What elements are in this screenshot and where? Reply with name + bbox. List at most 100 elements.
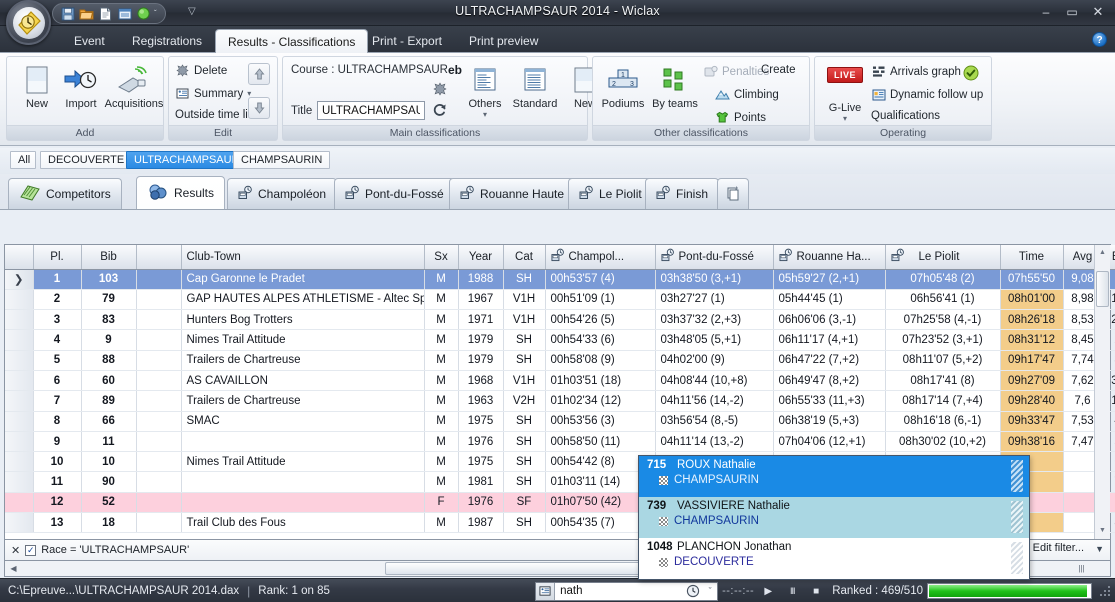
sidebar-item-champoleon[interactable]: Champoléon	[227, 178, 337, 209]
col-pont-du-fosse[interactable]: Pont-du-Fossé	[655, 245, 773, 269]
row-selector[interactable]	[5, 289, 33, 309]
row-selector[interactable]	[5, 431, 33, 451]
sidebar-item-rouanne-haute[interactable]: Rouanne Haute	[449, 178, 575, 209]
row-selector[interactable]	[5, 330, 33, 350]
col-sx[interactable]: Sx	[424, 245, 458, 269]
autocomplete-item[interactable]: 715ROUX NathalieCHAMPSAURIN	[639, 456, 1029, 497]
col-rouanne-haute[interactable]: Rouanne Ha...	[773, 245, 885, 269]
sidebar-item-pont-du-fosse[interactable]: Pont-du-Fossé	[334, 178, 455, 209]
move-up-button[interactable]	[248, 63, 270, 85]
row-selector[interactable]	[5, 370, 33, 390]
col-blank[interactable]	[136, 245, 181, 269]
resize-grip-icon[interactable]	[1099, 585, 1111, 597]
col-time[interactable]: Time	[1000, 245, 1063, 269]
tab-event[interactable]: Event	[62, 29, 117, 53]
g-live-button[interactable]: LIVE G-Live ▾	[821, 67, 869, 123]
col-champoleon[interactable]: Champol...	[545, 245, 655, 269]
close-filter-icon[interactable]: ✕	[11, 544, 20, 557]
acquisitions-button[interactable]: Acquisitions	[103, 62, 165, 110]
title-input[interactable]	[317, 101, 425, 120]
scroll-up-icon[interactable]: ▲	[1096, 246, 1109, 260]
col-rowhdr[interactable]	[5, 245, 33, 269]
qualifications-button[interactable]: Qualifications	[871, 110, 940, 122]
row-selector[interactable]: ❯	[5, 269, 33, 289]
green-circle-icon[interactable]	[135, 5, 152, 22]
table-row[interactable]: 789Trailers de ChartreuseM1963V2H01h02'3…	[5, 391, 1115, 411]
row-selector[interactable]	[5, 411, 33, 431]
move-down-button[interactable]	[248, 97, 270, 119]
close-button[interactable]: ✕	[1085, 3, 1111, 21]
sidebar-item-results[interactable]: Results	[136, 176, 225, 209]
col-club-town[interactable]: Club-Town	[181, 245, 424, 269]
qat-dropdown-icon[interactable]: ▽	[188, 6, 196, 17]
save-icon[interactable]	[59, 5, 76, 22]
application-button[interactable]	[6, 0, 51, 45]
row-selector[interactable]	[5, 310, 33, 330]
new-result-button[interactable]: New	[13, 62, 61, 110]
tab-results-classifications[interactable]: Results - Classifications	[215, 29, 368, 53]
tab-registrations[interactable]: Registrations	[120, 29, 214, 53]
autocomplete-item[interactable]: 1048PLANCHON JonathanDECOUVERTE	[639, 538, 1029, 579]
dynamic-follow-up-button[interactable]: Dynamic follow up	[871, 87, 983, 102]
sidebar-item-competitors[interactable]: Competitors	[8, 178, 122, 209]
podiums-button[interactable]: 1 2 3 Podiums	[597, 62, 649, 110]
scroll-down-icon[interactable]: ▼	[1096, 524, 1109, 538]
play-button[interactable]: ▶	[758, 582, 778, 601]
sidebar-item-le-piolit[interactable]: Le Piolit	[568, 178, 653, 209]
tab-print-preview[interactable]: Print preview	[457, 29, 550, 53]
table-row[interactable]: 383Hunters Bog TrottersM1971V1H00h54'26 …	[5, 310, 1115, 330]
standard-classification-button[interactable]: Standard	[507, 62, 563, 110]
add-section-tab-button[interactable]	[717, 178, 749, 209]
table-row[interactable]: ❯1103Cap Garonne le PradetM1988SH00h53'5…	[5, 269, 1115, 289]
delete-button[interactable]: Delete	[175, 63, 227, 78]
pause-button[interactable]: III	[782, 582, 802, 601]
search-caret-icon[interactable]: ˇ	[703, 586, 717, 596]
g-live-caret-icon[interactable]: ▾	[821, 114, 869, 123]
col-pl[interactable]: Pl.	[33, 245, 81, 269]
table-row[interactable]: 911M1976SH00h58'50 (11)04h11'14 (13,-2)0…	[5, 431, 1115, 451]
create-button[interactable]: Create	[761, 64, 796, 76]
delete-classification-icon[interactable]	[433, 82, 447, 99]
hscroll-grip[interactable]: |||	[1073, 561, 1090, 576]
qat-chevron-icon[interactable]: ˇ	[154, 9, 157, 18]
grid-vertical-scrollbar[interactable]: ▲ ▼	[1094, 245, 1110, 539]
bib-search-input[interactable]	[555, 583, 683, 600]
filter-caret-icon[interactable]: ▼	[1095, 544, 1104, 554]
table-row[interactable]: 866SMACM1975SH00h53'56 (3)03h56'54 (8,-5…	[5, 411, 1115, 431]
maximize-button[interactable]: ▭	[1059, 3, 1085, 21]
open-folder-icon[interactable]	[78, 5, 95, 22]
row-selector[interactable]	[5, 472, 33, 492]
list-view-icon[interactable]	[116, 5, 133, 22]
row-selector[interactable]	[5, 492, 33, 512]
col-cat[interactable]: Cat	[503, 245, 545, 269]
arrivals-graph-button[interactable]: Arrivals graph	[871, 64, 961, 79]
table-row[interactable]: 279GAP HAUTES ALPES ATHLETISME - Altec S…	[5, 289, 1115, 309]
bib-autocomplete-popup[interactable]: 715ROUX NathalieCHAMPSAURIN739VASSIVIERE…	[638, 455, 1030, 580]
filter-enabled-checkbox[interactable]: ✓	[25, 545, 36, 556]
summary-button[interactable]: Summary ▾	[175, 86, 251, 101]
table-row[interactable]: 49Nimes Trail AttitudeM1979SH00h54'33 (6…	[5, 330, 1115, 350]
row-selector[interactable]	[5, 452, 33, 472]
refresh-icon[interactable]	[433, 103, 447, 121]
scroll-thumb[interactable]	[1096, 271, 1109, 307]
help-icon[interactable]: ?	[1092, 32, 1107, 47]
scroll-left-icon[interactable]: ◀	[5, 561, 22, 576]
row-selector[interactable]	[5, 391, 33, 411]
tab-print-export[interactable]: Print - Export	[360, 29, 454, 53]
edit-filter-link[interactable]: Edit filter...	[1033, 542, 1084, 554]
chip-ultrachampsaur[interactable]: ULTRACHAMPSAUR	[126, 151, 248, 169]
others-classification-button[interactable]: Others ▾	[461, 62, 509, 119]
bib-search-box[interactable]: ˇ	[535, 582, 718, 601]
col-le-piolit[interactable]: Le Piolit	[885, 245, 1000, 269]
row-selector[interactable]	[5, 513, 33, 533]
others-caret-icon[interactable]: ▾	[461, 110, 509, 119]
table-row[interactable]: 660AS CAVAILLONM1968V1H01h03'51 (18)04h0…	[5, 370, 1115, 390]
col-year[interactable]: Year	[458, 245, 503, 269]
clock-search-icon[interactable]	[683, 583, 703, 600]
by-teams-button[interactable]: By teams	[649, 62, 701, 110]
import-button[interactable]: Import	[57, 62, 105, 110]
new-document-icon[interactable]	[97, 5, 114, 22]
minimize-button[interactable]: –	[1033, 3, 1059, 21]
table-row[interactable]: 588Trailers de ChartreuseM1979SH00h58'08…	[5, 350, 1115, 370]
chip-all[interactable]: All	[10, 151, 36, 169]
